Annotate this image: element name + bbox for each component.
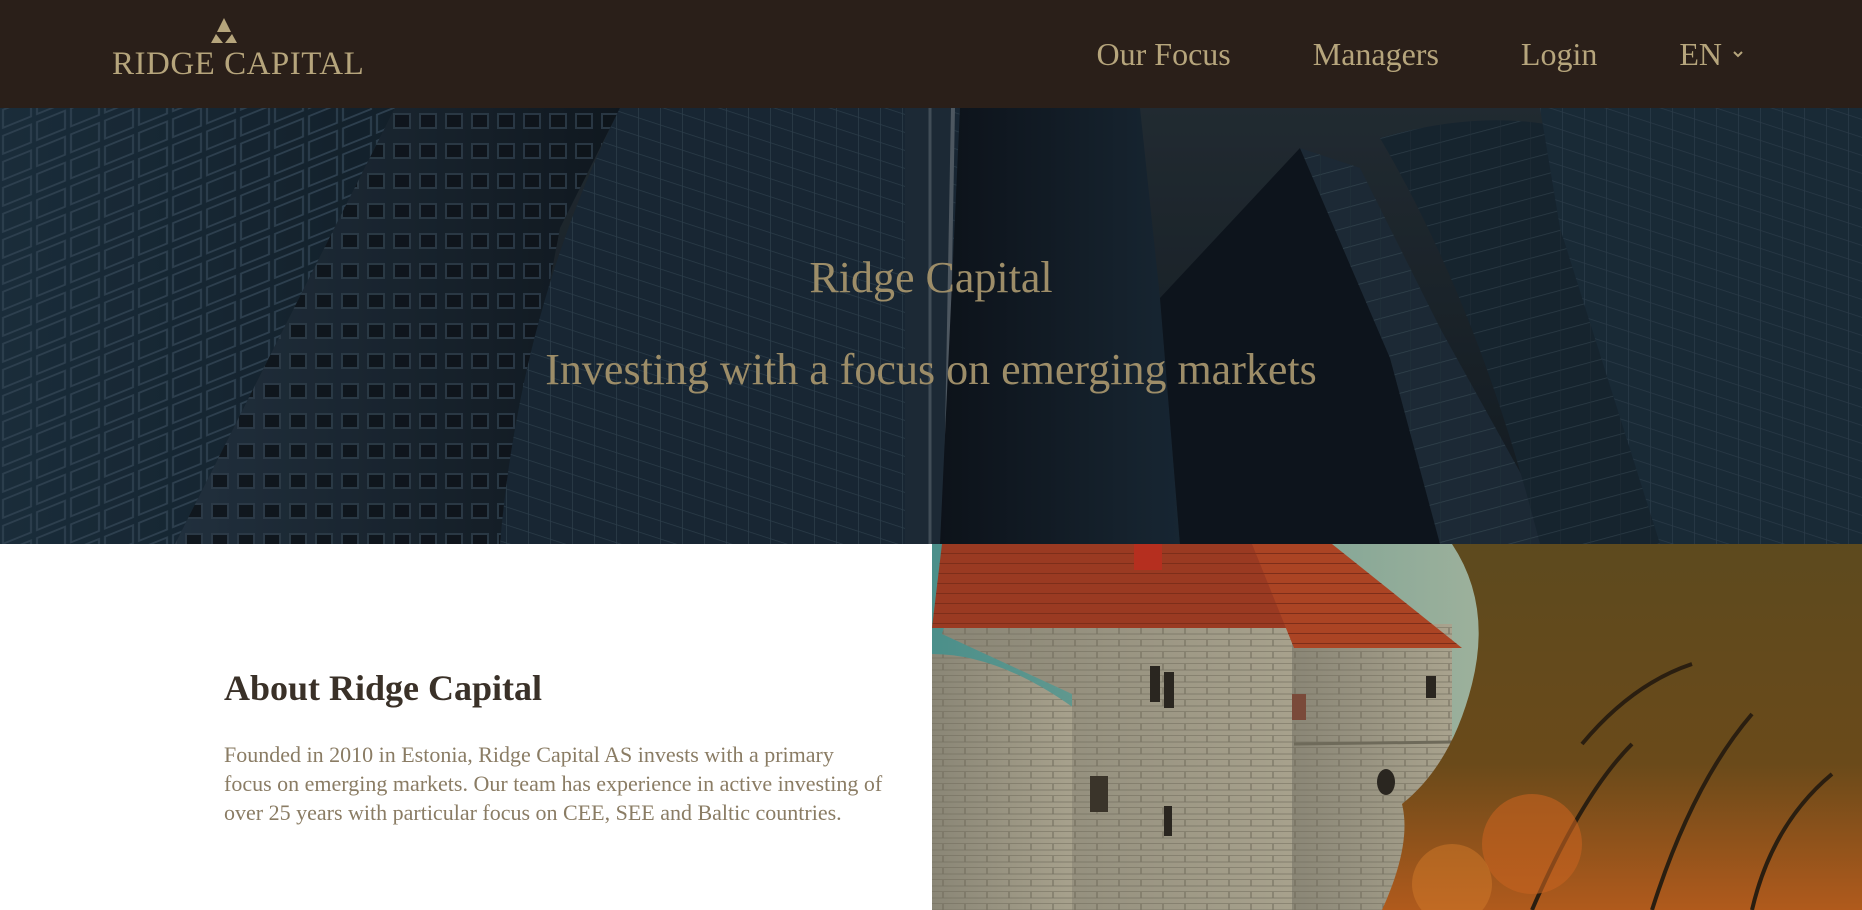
about-section: About Ridge Capital Founded in 2010 in E… bbox=[0, 544, 932, 910]
language-label: EN bbox=[1679, 36, 1722, 72]
nav-login[interactable]: Login bbox=[1521, 38, 1597, 70]
nav-our-focus[interactable]: Our Focus bbox=[1097, 38, 1231, 70]
language-selector[interactable]: EN bbox=[1679, 38, 1744, 70]
hero-title: Ridge Capital bbox=[809, 253, 1053, 302]
hero-overlay bbox=[0, 108, 1862, 544]
chevron-down-icon bbox=[1733, 51, 1743, 58]
logo[interactable]: RIDGE CAPITAL bbox=[112, 18, 364, 82]
nav-managers[interactable]: Managers bbox=[1313, 38, 1439, 70]
main-nav: Our Focus Managers Login EN bbox=[1097, 0, 1744, 108]
about-body: Founded in 2010 in Estonia, Ridge Capita… bbox=[224, 742, 883, 825]
logo-text: RIDGE CAPITAL bbox=[112, 46, 365, 82]
castle-image bbox=[932, 544, 1862, 910]
site-header: RIDGE CAPITAL Our Focus Managers Login E… bbox=[0, 0, 1862, 108]
hero-banner: Ridge Capital Investing with a focus on … bbox=[0, 108, 1862, 544]
castle-illustration bbox=[932, 544, 1862, 910]
hero-subtitle: Investing with a focus on emerging marke… bbox=[545, 345, 1317, 394]
mountain-peak-icon bbox=[211, 18, 237, 43]
about-title: About Ridge Capital bbox=[224, 668, 543, 708]
